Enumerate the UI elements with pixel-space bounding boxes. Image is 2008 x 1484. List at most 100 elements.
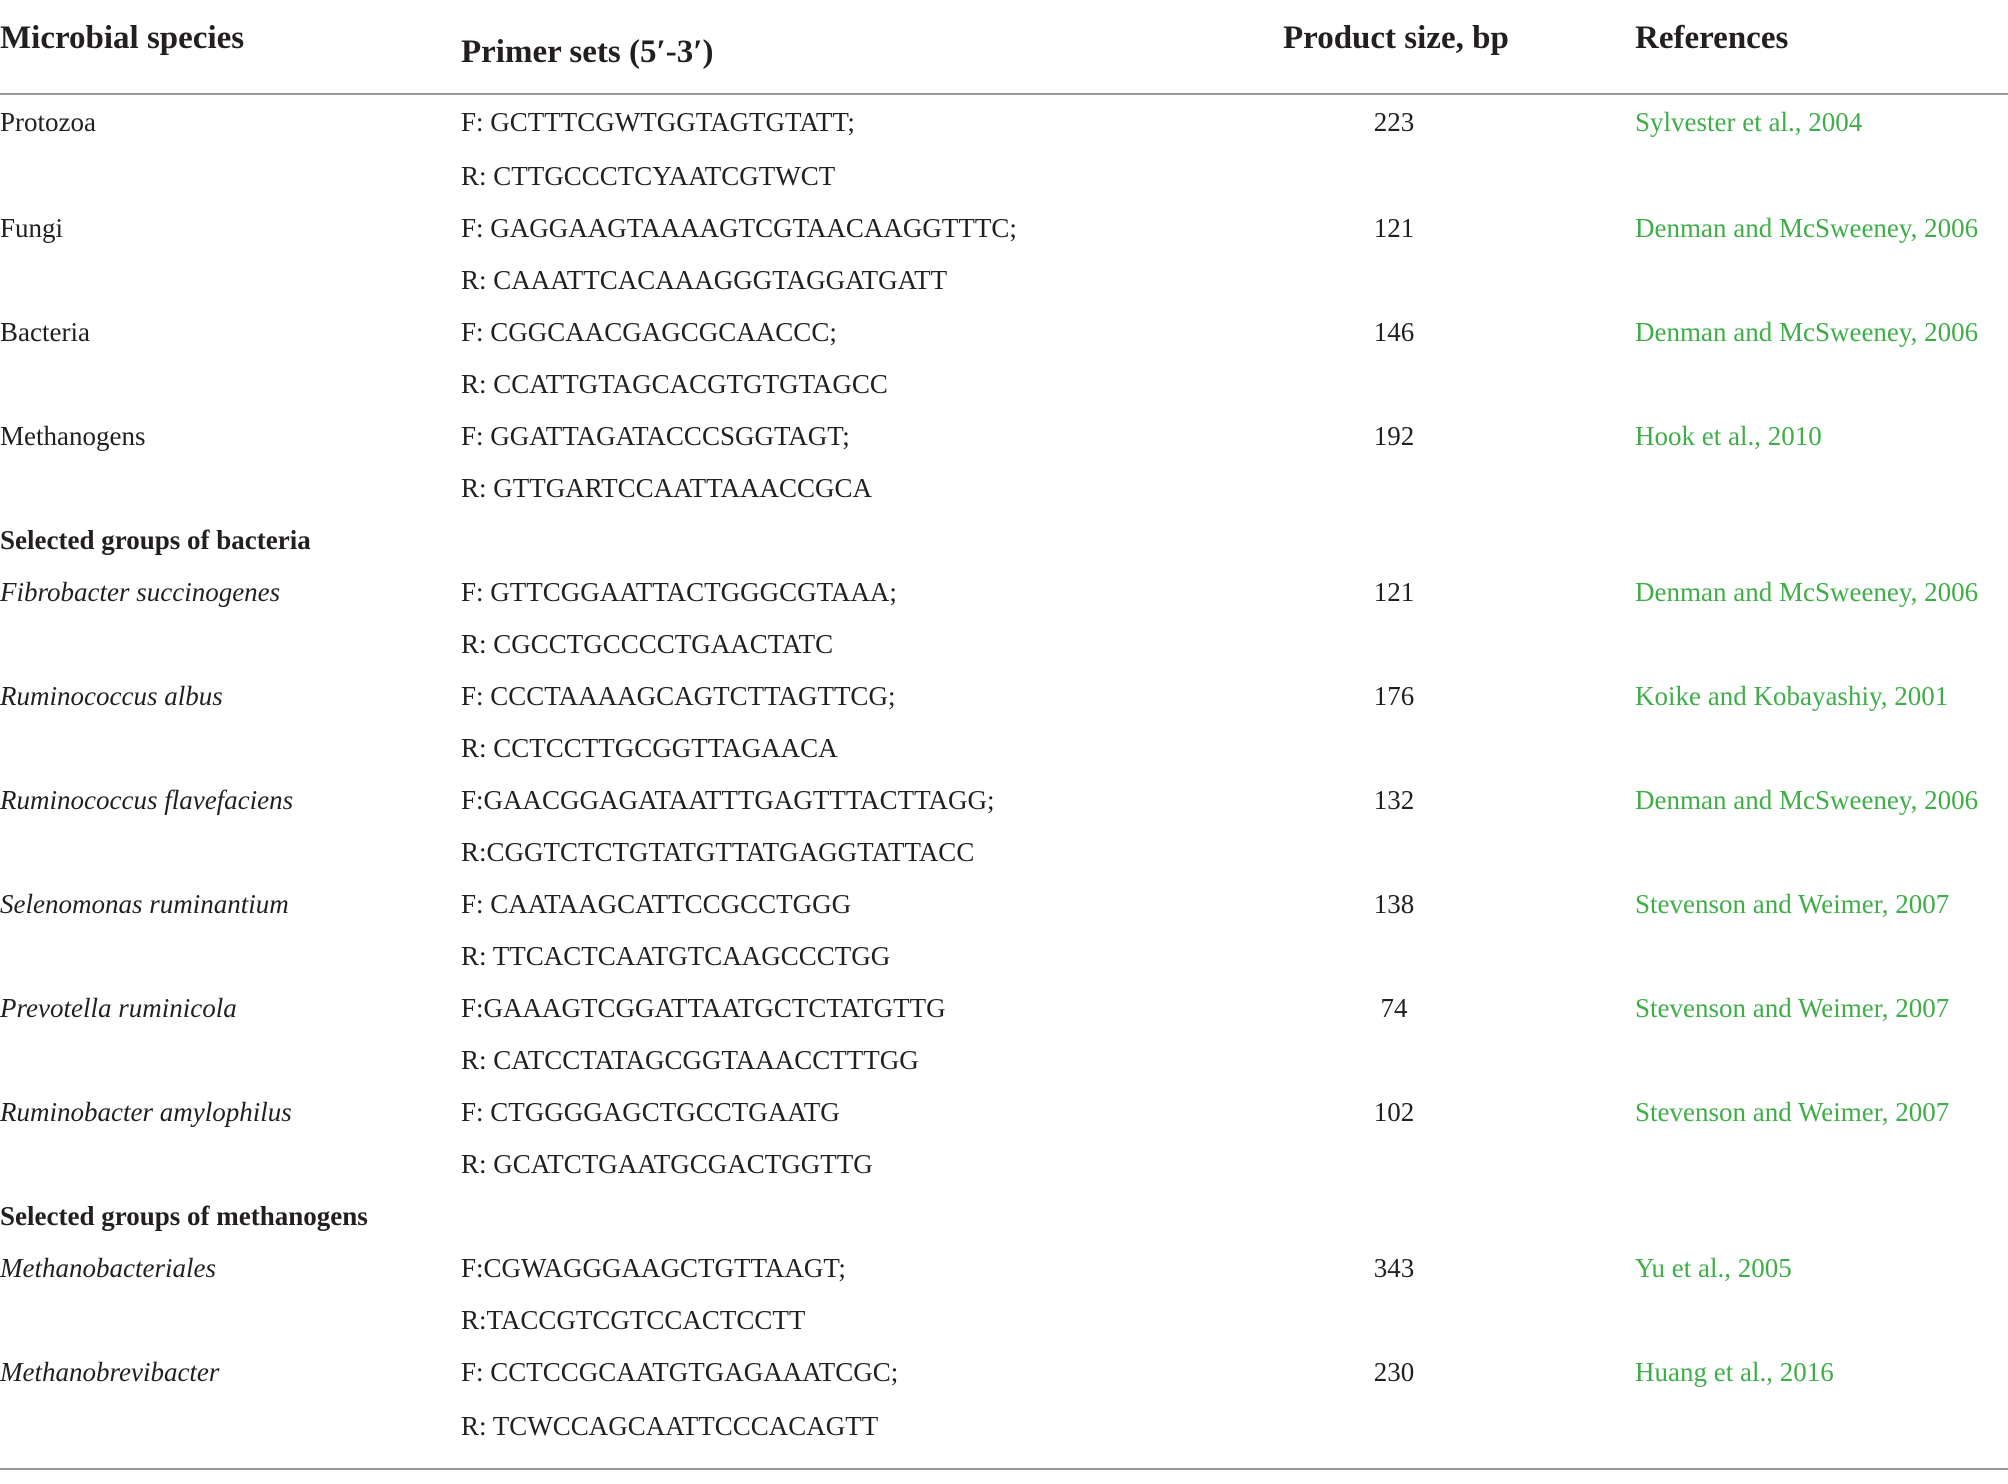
reference-link[interactable]: Stevenson and Weimer, 2007 xyxy=(1635,878,2008,930)
table-row: R: CGCCTGCCCCTGAACTATC xyxy=(0,618,2008,670)
reference-link[interactable]: Denman and McSweeney, 2006 xyxy=(1635,306,2008,358)
reference-link xyxy=(1635,618,2008,670)
table-header: Microbial species Primer sets (5′-3′) Pr… xyxy=(0,0,2008,95)
species-cell xyxy=(0,1138,461,1190)
reference-link xyxy=(1635,1034,2008,1086)
species-cell: Ruminococcus flavefaciens xyxy=(0,784,294,815)
reference-link[interactable]: Sylvester et al., 2004 xyxy=(1635,94,2008,150)
table-row: R: TCWCCAGCAATTCCCACAGTT xyxy=(0,1398,2008,1454)
table-row: R: CCATTGTAGCACGTGTGTAGCC xyxy=(0,358,2008,410)
primer-cell: R: CAAATTCACAAAGGGTAGGATGATT xyxy=(461,264,948,295)
product-size-cell xyxy=(1283,358,1635,410)
table-row: R: GTTGARTCCAATTAAACCGCA xyxy=(0,462,2008,514)
primer-cell: R: CGCCTGCCCCTGAACTATC xyxy=(461,628,834,659)
header-product-size: Product size, bp xyxy=(1283,0,1635,95)
reference-link xyxy=(1635,826,2008,878)
primer-cell: F: GGATTAGATACCCSGGTAGT; xyxy=(461,420,850,451)
primer-cell: F:GAACGGAGATAATTTGAGTTTACTTAGG; xyxy=(461,784,995,815)
reference-link xyxy=(1635,462,2008,514)
primer-cell: R: TTCACTCAATGTCAAGCCCTGG xyxy=(461,940,891,971)
product-size-cell: 223 xyxy=(1373,107,1415,137)
product-size-cell: 138 xyxy=(1373,888,1415,919)
reference-link[interactable]: Koike and Kobayashiy, 2001 xyxy=(1635,670,2008,722)
primer-cell: R: GTTGARTCCAATTAAACCGCA xyxy=(461,472,872,503)
reference-link[interactable]: Stevenson and Weimer, 2007 xyxy=(1635,1086,2008,1138)
primer-cell: F: CCTCCGCAATGTGAGAAATCGC; xyxy=(461,1356,899,1387)
product-size-cell xyxy=(1283,618,1635,670)
header-species: Microbial species xyxy=(0,0,461,95)
table-row: R: CTTGCCCTCYAATCGTWCT xyxy=(0,150,2008,202)
product-size-cell xyxy=(1283,722,1635,774)
primer-cell: R: CCTCCTTGCGGTTAGAACA xyxy=(461,732,838,763)
primer-cell: F: CTGGGGAGCTGCCTGAATG xyxy=(461,1096,840,1127)
species-cell: Protozoa xyxy=(0,107,96,137)
primer-cell: F: CCCTAAAAGCAGTCTTAGTTCG; xyxy=(461,680,896,711)
table-row: Methanobacteriales F:CGWAGGGAAGCTGTTAAGT;… xyxy=(0,1242,2008,1294)
table-row: R:CGGTCTCTGTATGTTATGAGGTATTACC xyxy=(0,826,2008,878)
table-row: Methanobrevibacter F: CCTCCGCAATGTGAGAAAT… xyxy=(0,1346,2008,1398)
species-cell xyxy=(0,150,461,202)
table-row: Bacteria F: CGGCAACGAGCGCAACCC; 146 Denman … xyxy=(0,306,2008,358)
header-primer-sets: Primer sets (5′-3′) xyxy=(461,0,1283,95)
species-cell: Ruminobacter amylophilus xyxy=(0,1096,292,1127)
table-row: Fibrobacter succinogenes F: GTTCGGAATTACT… xyxy=(0,566,2008,618)
reference-link xyxy=(1635,150,2008,202)
reference-link[interactable]: Stevenson and Weimer, 2007 xyxy=(1635,982,2008,1034)
species-cell: Prevotella ruminicola xyxy=(0,992,237,1023)
primer-cell: F:CGWAGGGAAGCTGTTAAGT; xyxy=(461,1252,846,1283)
table-row: R: CAAATTCACAAAGGGTAGGATGATT xyxy=(0,254,2008,306)
table-row: Prevotella ruminicola F:GAAAGTCGGATTAATGC… xyxy=(0,982,2008,1034)
reference-link[interactable]: Hook et al., 2010 xyxy=(1635,410,2008,462)
table-row: Ruminococcus albus F: CCCTAAAAGCAGTCTTAGT… xyxy=(0,670,2008,722)
primer-cell: F: CGGCAACGAGCGCAACCC; xyxy=(461,316,837,347)
primer-cell: R:CGGTCTCTGTATGTTATGAGGTATTACC xyxy=(461,836,975,867)
table-row: R: CCTCCTTGCGGTTAGAACA xyxy=(0,722,2008,774)
product-size-cell xyxy=(1283,826,1635,878)
reference-link xyxy=(1635,358,2008,410)
product-size-cell: 121 xyxy=(1373,212,1415,243)
primer-cell: F: GAGGAAGTAAAAGTCGTAACAAGGTTTC; xyxy=(461,212,1017,243)
header-row: Microbial species Primer sets (5′-3′) Pr… xyxy=(0,0,2008,95)
product-size-cell: 102 xyxy=(1373,1096,1415,1127)
reference-link xyxy=(1635,722,2008,774)
species-cell xyxy=(0,1398,461,1454)
primer-cell: R: TCWCCAGCAATTCCCACAGTT xyxy=(461,1410,879,1441)
table-row: Selenomonas ruminantium F: CAATAAGCATTCCG… xyxy=(0,878,2008,930)
product-size-cell xyxy=(1283,930,1635,982)
table-row: Ruminobacter amylophilus F: CTGGGGAGCTGCC… xyxy=(0,1086,2008,1138)
primer-cell: R: CCATTGTAGCACGTGTGTAGCC xyxy=(461,368,888,399)
primer-cell: F: CAATAAGCATTCCGCCTGGG xyxy=(461,888,852,919)
primer-cell: R: CATCCTATAGCGGTAAACCTTTGG xyxy=(461,1044,919,1075)
reference-link xyxy=(1635,1398,2008,1454)
species-cell: Bacteria xyxy=(0,316,90,347)
product-size-cell: 121 xyxy=(1373,576,1415,607)
product-size-cell xyxy=(1283,462,1635,514)
reference-link[interactable]: Yu et al., 2005 xyxy=(1635,1242,2008,1294)
reference-link[interactable]: Huang et al., 2016 xyxy=(1635,1346,2008,1398)
product-size-cell xyxy=(1283,1398,1635,1454)
table-row: R:TACCGTCGTCCACTCCTT xyxy=(0,1294,2008,1346)
primer-cell: F: GTTCGGAATTACTGGGCGTAAA; xyxy=(461,576,897,607)
section-title: Selected groups of methanogens xyxy=(0,1200,368,1231)
reference-link[interactable]: Denman and McSweeney, 2006 xyxy=(1635,774,2008,826)
table-body: Protozoa F: GCTTTCGWTGGTAGTGTATT; 223 Sylve… xyxy=(0,94,2008,1454)
header-references: References xyxy=(1635,0,2008,95)
species-cell: Methanogens xyxy=(0,420,146,451)
primer-cell: F:GAAAGTCGGATTAATGCTCTATGTTG xyxy=(461,992,946,1023)
reference-link[interactable]: Denman and McSweeney, 2006 xyxy=(1635,202,2008,254)
section-header-row: Selected groups of bacteria xyxy=(0,514,2008,566)
product-size-cell: 343 xyxy=(1373,1252,1415,1283)
species-cell xyxy=(0,1034,461,1086)
species-cell: Fungi xyxy=(0,212,64,243)
product-size-cell xyxy=(1283,1138,1635,1190)
table-bottom-rule xyxy=(0,1468,2008,1470)
primer-cell: R: CTTGCCCTCYAATCGTWCT xyxy=(461,160,836,191)
table-row: Ruminococcus flavefaciens F:GAACGGAGATAAT… xyxy=(0,774,2008,826)
species-cell xyxy=(0,1294,461,1346)
reference-link[interactable]: Denman and McSweeney, 2006 xyxy=(1635,566,2008,618)
product-size-cell xyxy=(1283,150,1635,202)
species-cell xyxy=(0,618,461,670)
primer-cell: R: GCATCTGAATGCGACTGGTTG xyxy=(461,1148,873,1179)
species-cell: Selenomonas ruminantium xyxy=(0,888,289,919)
species-cell: Fibrobacter succinogenes xyxy=(0,576,281,607)
